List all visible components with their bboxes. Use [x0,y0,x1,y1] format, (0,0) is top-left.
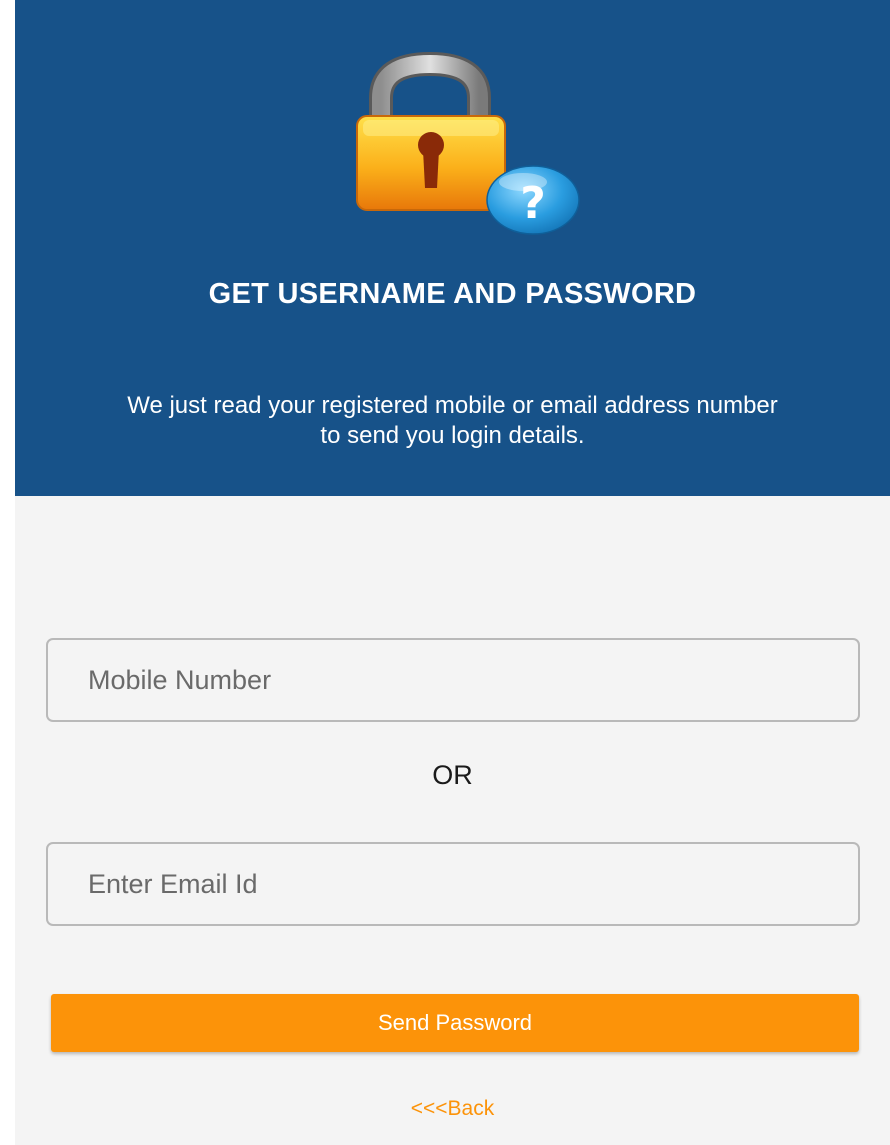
svg-text:?: ? [520,178,546,229]
back-link[interactable]: <<<Back [15,1097,890,1121]
lock-question-icon: ? [333,50,583,240]
or-separator: OR [432,760,473,790]
send-password-button[interactable]: Send Password [51,994,859,1052]
email-input[interactable] [46,842,860,926]
page-title: GET USERNAME AND PASSWORD [208,278,697,310]
page-subtitle: We just read your registered mobile or e… [127,392,778,449]
mobile-number-input[interactable] [46,638,860,722]
forgot-password-screen: ? GET USERNAME AND PASSWORD We just read… [15,0,890,1145]
header-banner: ? GET USERNAME AND PASSWORD We just read… [15,0,890,496]
